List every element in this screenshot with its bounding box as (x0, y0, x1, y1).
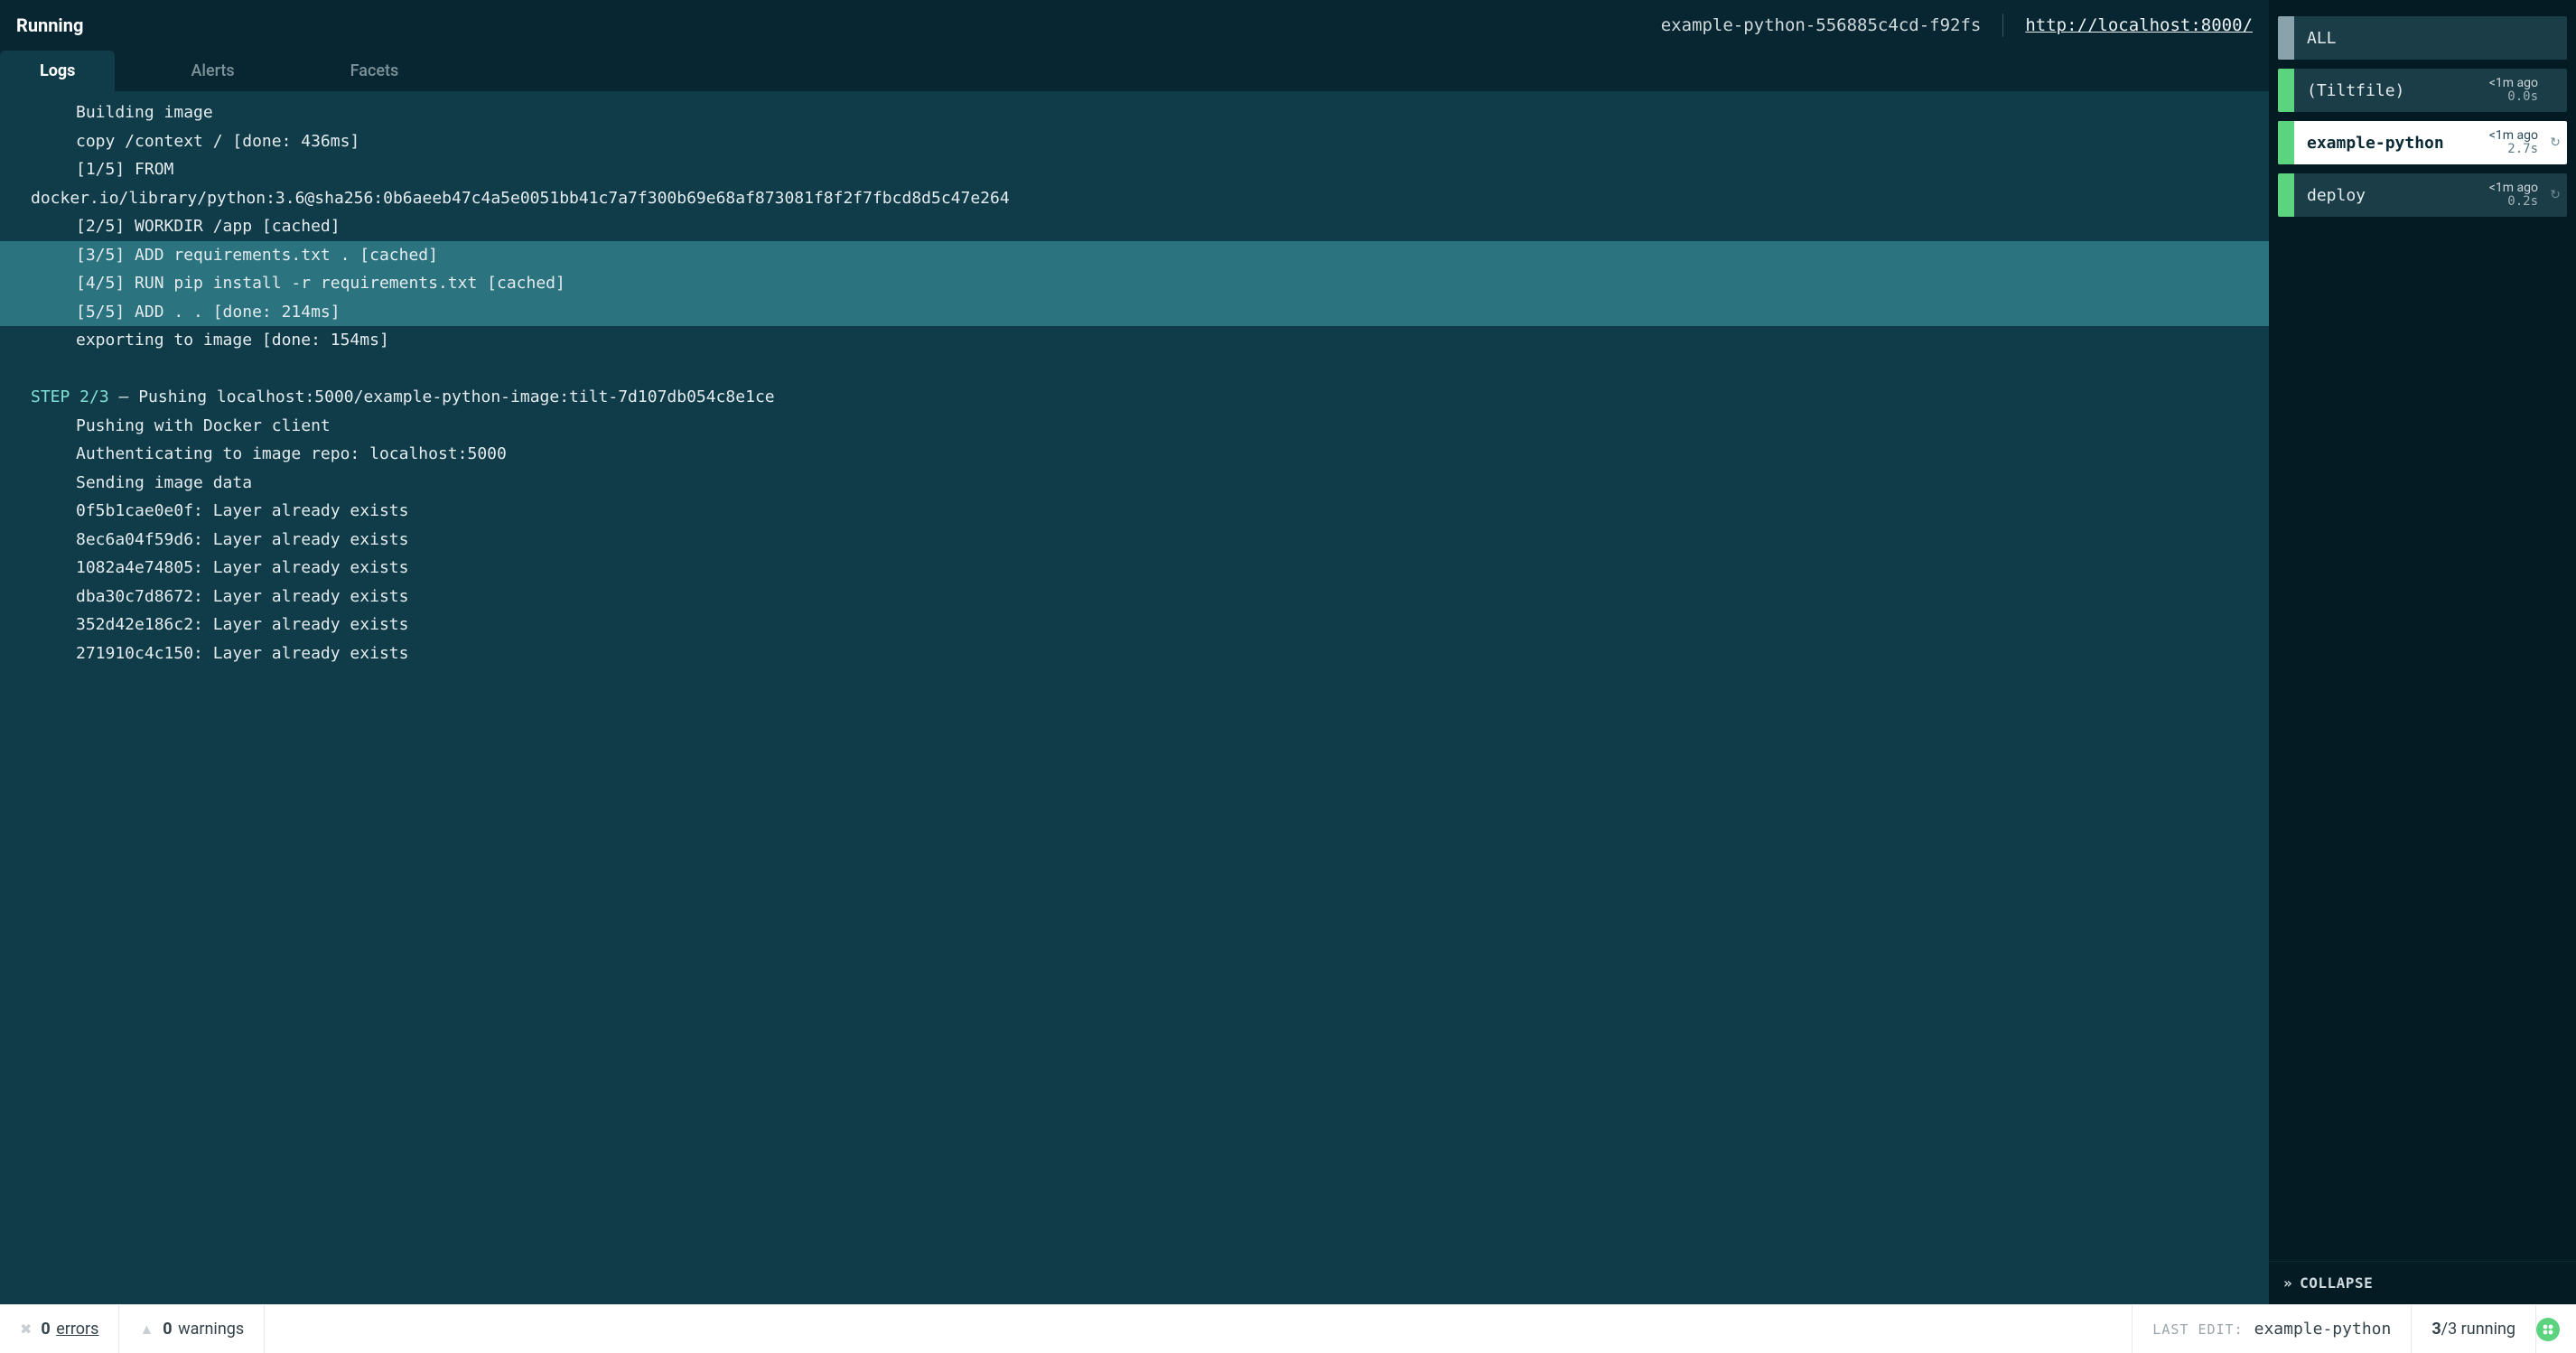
resource-ago: <1m ago (2489, 182, 2538, 195)
sidebar-item-deploy[interactable]: deploy<1m ago0.2s↻ (2278, 173, 2567, 217)
tab-logs[interactable]: Logs (0, 51, 115, 91)
running-label: running (2457, 1320, 2515, 1339)
resource-duration: 0.0s (2489, 90, 2538, 104)
status-bar (2278, 121, 2294, 164)
tab-alerts[interactable]: Alerts (151, 51, 274, 91)
last-edit-segment: LAST EDIT: example-python (2133, 1305, 2412, 1353)
header-bar: Running example-python-556885c4cd-f92fs … (0, 0, 2269, 51)
endpoint-link[interactable]: http://localhost:8000/ (2025, 15, 2253, 35)
warnings-segment[interactable]: ▲ 0 warnings (119, 1305, 265, 1353)
log-line: 0f5b1cae0e0f: Layer already exists (0, 497, 2269, 526)
resource-duration: 0.2s (2489, 195, 2538, 209)
log-pane[interactable]: Building imagecopy /context / [done: 436… (0, 91, 2269, 1304)
last-edit-label: LAST EDIT: (2152, 1321, 2243, 1338)
resource-name: ALL (2294, 29, 2543, 48)
error-icon: ✖ (20, 1320, 32, 1338)
collapse-button[interactable]: » COLLAPSE (2269, 1261, 2576, 1304)
reload-icon[interactable]: ↻ (2543, 188, 2567, 202)
step-rest: — Pushing localhost:5000/example-python-… (109, 387, 775, 406)
log-line: 271910c4c150: Layer already exists (0, 639, 2269, 668)
running-done: 3 (2431, 1320, 2441, 1339)
errors-segment[interactable]: ✖ 0 errors (0, 1305, 119, 1353)
log-text: [1/5] FROM (76, 160, 173, 179)
log-text: [3/5] ADD requirements.txt . [cached] (76, 245, 442, 266)
log-line: Authenticating to image repo: localhost:… (0, 440, 2269, 469)
log-line: exporting to image [done: 154ms] (0, 326, 2269, 355)
log-line: [1/5] FROM docker.io/library/python:3.6@s… (0, 155, 2269, 212)
status-bar (2278, 173, 2294, 217)
resource-name: deploy (2294, 186, 2489, 205)
header-divider (2002, 14, 2003, 37)
errors-label[interactable]: errors (56, 1320, 98, 1339)
pod-name: example-python-556885c4cd-f92fs (1661, 15, 1982, 35)
log-line: STEP 2/3 — Pushing localhost:5000/exampl… (0, 383, 2269, 412)
log-line: 1082a4e74805: Layer already exists (0, 554, 2269, 583)
log-line: [4/5] RUN pip install -r requirements.tx… (0, 269, 2269, 298)
warnings-label: warnings (178, 1320, 244, 1339)
resource-duration: 2.7s (2489, 143, 2538, 156)
collapse-label: COLLAPSE (2300, 1274, 2373, 1292)
status-footer: ✖ 0 errors ▲ 0 warnings LAST EDIT: examp… (0, 1304, 2576, 1353)
log-line: Building image (0, 98, 2269, 127)
tab-bar: Logs Alerts Facets (0, 51, 2269, 91)
step-label: STEP 2/3 (31, 387, 109, 406)
errors-count: 0 (41, 1320, 50, 1339)
status-label: Running (16, 14, 83, 36)
running-total: /3 (2441, 1320, 2458, 1339)
log-text: [5/5] ADD . . [done: 214ms] (76, 302, 344, 322)
resource-meta: <1m ago0.2s (2489, 182, 2543, 208)
log-line: Pushing with Docker client (0, 412, 2269, 441)
warning-icon: ▲ (139, 1320, 154, 1339)
log-line: 8ec6a04f59d6: Layer already exists (0, 526, 2269, 555)
warnings-count: 0 (163, 1320, 172, 1339)
resource-meta: <1m ago2.7s (2489, 129, 2543, 155)
resource-name: (Tiltfile) (2294, 81, 2489, 100)
sidebar-item-all[interactable]: ALL (2278, 16, 2567, 60)
running-segment: 3/3 running (2412, 1305, 2536, 1353)
reload-icon[interactable]: ↻ (2543, 135, 2567, 150)
resource-name: example-python (2294, 134, 2489, 153)
chevron-right-icon: » (2283, 1274, 2292, 1292)
log-line: [5/5] ADD . . [done: 214ms] (0, 298, 2269, 327)
status-bar (2278, 16, 2294, 60)
log-text: docker.io/library/python:3.6@sha256:0b6a… (31, 189, 1010, 208)
log-line: Sending image data (0, 469, 2269, 498)
log-line: [2/5] WORKDIR /app [cached] (0, 212, 2269, 241)
sidebar-item-example-python[interactable]: example-python<1m ago2.7s↻ (2278, 121, 2567, 164)
log-line: [3/5] ADD requirements.txt . [cached] (0, 241, 2269, 270)
status-bar (2278, 69, 2294, 112)
log-text: [4/5] RUN pip install -r requirements.tx… (76, 273, 569, 294)
resource-sidebar: ALL(Tiltfile)<1m ago0.0sexample-python<1… (2269, 0, 2576, 1261)
resource-ago: <1m ago (2489, 77, 2538, 90)
tilt-logo-icon[interactable] (2536, 1318, 2560, 1341)
sidebar-item--tiltfile-[interactable]: (Tiltfile)<1m ago0.0s (2278, 69, 2567, 112)
last-edit-name: example-python (2254, 1320, 2392, 1339)
log-line: 352d42e186c2: Layer already exists (0, 611, 2269, 639)
resource-meta: <1m ago0.0s (2489, 77, 2543, 103)
log-line: dba30c7d8672: Layer already exists (0, 583, 2269, 611)
resource-ago: <1m ago (2489, 129, 2538, 143)
log-line (0, 355, 2269, 384)
log-line: copy /context / [done: 436ms] (0, 127, 2269, 156)
tab-facets[interactable]: Facets (311, 51, 439, 91)
